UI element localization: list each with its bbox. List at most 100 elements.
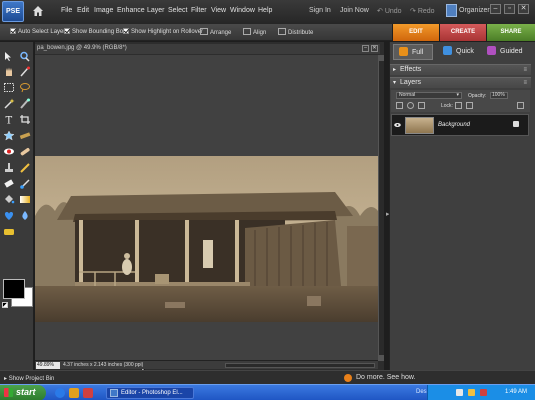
arrange-button[interactable]: Arrange — [200, 28, 231, 36]
brush-tool-icon[interactable] — [19, 178, 31, 189]
new-layer-icon[interactable] — [396, 102, 403, 109]
delete-layer-icon[interactable] — [517, 102, 524, 109]
zoom-level-field[interactable]: 49.89% — [36, 362, 60, 369]
crop-tool-icon[interactable] — [19, 114, 31, 125]
start-button[interactable]: start — [0, 385, 46, 400]
swap-colors-icon[interactable] — [2, 302, 8, 308]
doc-close-button[interactable]: ✕ — [371, 45, 378, 52]
gradient-tool-icon[interactable] — [19, 194, 31, 205]
internet-explorer-icon[interactable] — [55, 388, 65, 398]
menu-image[interactable]: Image — [94, 7, 113, 14]
opacity-field[interactable]: 100% — [490, 92, 508, 99]
quick-selection-tool-icon[interactable] — [19, 98, 31, 109]
blend-mode-select[interactable]: Normal — [396, 92, 462, 99]
lock-transparent-icon[interactable] — [455, 102, 462, 109]
layer-row[interactable]: Background — [391, 114, 529, 136]
show-highlight-option[interactable]: Show Highlight on Rollover — [123, 28, 203, 35]
bounding-box-label: Show Bounding Box — [72, 29, 127, 35]
taskbar-editor-window[interactable]: Editor - Photoshop El... — [106, 387, 194, 399]
menu-file[interactable]: File — [61, 7, 72, 14]
eyedropper-tool-icon[interactable] — [19, 66, 31, 77]
checkbox-icon[interactable] — [123, 28, 129, 34]
menu-layer[interactable]: Layer — [147, 7, 165, 14]
clock: 1:49 AM — [504, 389, 527, 395]
pencil-tool-icon[interactable] — [19, 162, 31, 173]
undo-button[interactable]: ↶ Undo — [377, 7, 402, 15]
quick-fix-icon — [443, 46, 452, 55]
eraser-tool-icon[interactable] — [3, 178, 15, 189]
move-tool-icon[interactable] — [3, 51, 15, 62]
straighten-tool-icon[interactable] — [19, 130, 31, 141]
menu-view[interactable]: View — [211, 7, 226, 14]
document-info[interactable]: 4.37 inches x 2.143 inches (300 ppi) — [63, 362, 143, 368]
spot-healing-tool-icon[interactable] — [19, 146, 31, 157]
menu-filter[interactable]: Filter — [191, 7, 207, 14]
checkbox-icon[interactable] — [10, 28, 16, 34]
security-icon[interactable] — [480, 389, 487, 396]
adjustment-layer-icon[interactable] — [407, 102, 414, 109]
tab-create[interactable]: CREATE — [440, 24, 486, 41]
red-eye-tool-icon[interactable] — [3, 146, 15, 157]
organizer-button[interactable]: Organizer — [459, 7, 490, 14]
menu-select[interactable]: Select — [168, 7, 187, 14]
tab-edit[interactable]: EDIT — [393, 24, 439, 41]
network-icon[interactable] — [456, 389, 463, 396]
sign-in-link[interactable]: Sign In — [309, 7, 331, 14]
foreground-color-swatch[interactable] — [3, 279, 25, 299]
link-layers-icon[interactable] — [418, 102, 425, 109]
show-project-bin-toggle[interactable]: ▸ Show Project Bin — [4, 375, 54, 382]
visibility-eye-icon[interactable] — [394, 122, 401, 128]
scroll-up-button[interactable] — [379, 55, 384, 61]
blur-tool-icon[interactable] — [19, 210, 31, 221]
clone-stamp-tool-icon[interactable] — [3, 162, 15, 173]
photo-image[interactable] — [35, 156, 378, 322]
menu-edit[interactable]: Edit — [77, 7, 89, 14]
align-icon — [243, 28, 251, 35]
type-tool-icon[interactable]: T — [3, 114, 15, 127]
auto-select-layer-option[interactable]: Auto Select Layer — [10, 28, 65, 35]
project-bin-bar: ▸ Show Project Bin Do more. See how. — [0, 370, 535, 384]
menu-window[interactable]: Window — [230, 7, 255, 14]
paint-bucket-tool-icon[interactable] — [3, 194, 15, 205]
media-icon[interactable] — [83, 388, 93, 398]
panel-menu-icon[interactable]: ≡ — [523, 65, 527, 75]
volume-icon[interactable] — [468, 389, 475, 396]
layers-panel-header[interactable]: ▾ Layers ≡ — [390, 77, 531, 88]
hand-tool-icon[interactable] — [3, 66, 15, 77]
cookie-cutter-tool-icon[interactable] — [3, 130, 15, 141]
close-button[interactable]: ✕ — [518, 4, 529, 14]
effects-panel-header[interactable]: ▸ Effects ≡ — [390, 64, 531, 75]
restore-button[interactable]: ▫ — [504, 4, 515, 14]
redo-button[interactable]: ↷ Redo — [410, 7, 435, 15]
mode-quick-button[interactable]: Quick — [438, 44, 474, 60]
show-bounding-box-option[interactable]: Show Bounding Box — [64, 28, 126, 35]
doc-minimize-button[interactable]: – — [362, 45, 369, 52]
menu-enhance[interactable]: Enhance — [117, 7, 145, 14]
vertical-scrollbar[interactable] — [378, 55, 384, 361]
horizontal-scrollbar[interactable] — [225, 363, 375, 368]
do-more-link[interactable]: Do more. See how. — [356, 374, 416, 381]
align-button[interactable]: Align — [243, 28, 266, 36]
tab-share[interactable]: SHARE — [487, 24, 535, 41]
home-icon[interactable] — [31, 4, 45, 18]
lasso-tool-icon[interactable] — [19, 82, 31, 93]
mode-full-button[interactable]: Full — [393, 44, 433, 60]
distribute-button[interactable]: Distribute — [278, 28, 313, 36]
minimize-button[interactable]: – — [490, 4, 501, 14]
organizer-icon[interactable] — [446, 4, 457, 17]
sponge-tool-icon[interactable] — [3, 226, 15, 237]
mode-guided-button[interactable]: Guided — [482, 44, 523, 60]
shape-tool-icon[interactable] — [3, 210, 15, 221]
magic-wand-tool-icon[interactable] — [3, 98, 15, 109]
lock-all-icon[interactable] — [466, 102, 473, 109]
scroll-down-button[interactable] — [379, 355, 384, 361]
document-title-bar[interactable]: pa_bowen.jpg @ 49.9% (RGB/8*) – ✕ — [35, 44, 380, 54]
folder-icon[interactable] — [69, 388, 79, 398]
menu-help[interactable]: Help — [258, 7, 272, 14]
canvas-area[interactable] — [35, 55, 378, 361]
checkbox-icon[interactable] — [64, 28, 70, 34]
marquee-tool-icon[interactable] — [3, 82, 15, 93]
zoom-tool-icon[interactable] — [19, 51, 31, 62]
join-now-link[interactable]: Join Now — [340, 7, 369, 14]
panel-menu-icon[interactable]: ≡ — [523, 78, 527, 88]
